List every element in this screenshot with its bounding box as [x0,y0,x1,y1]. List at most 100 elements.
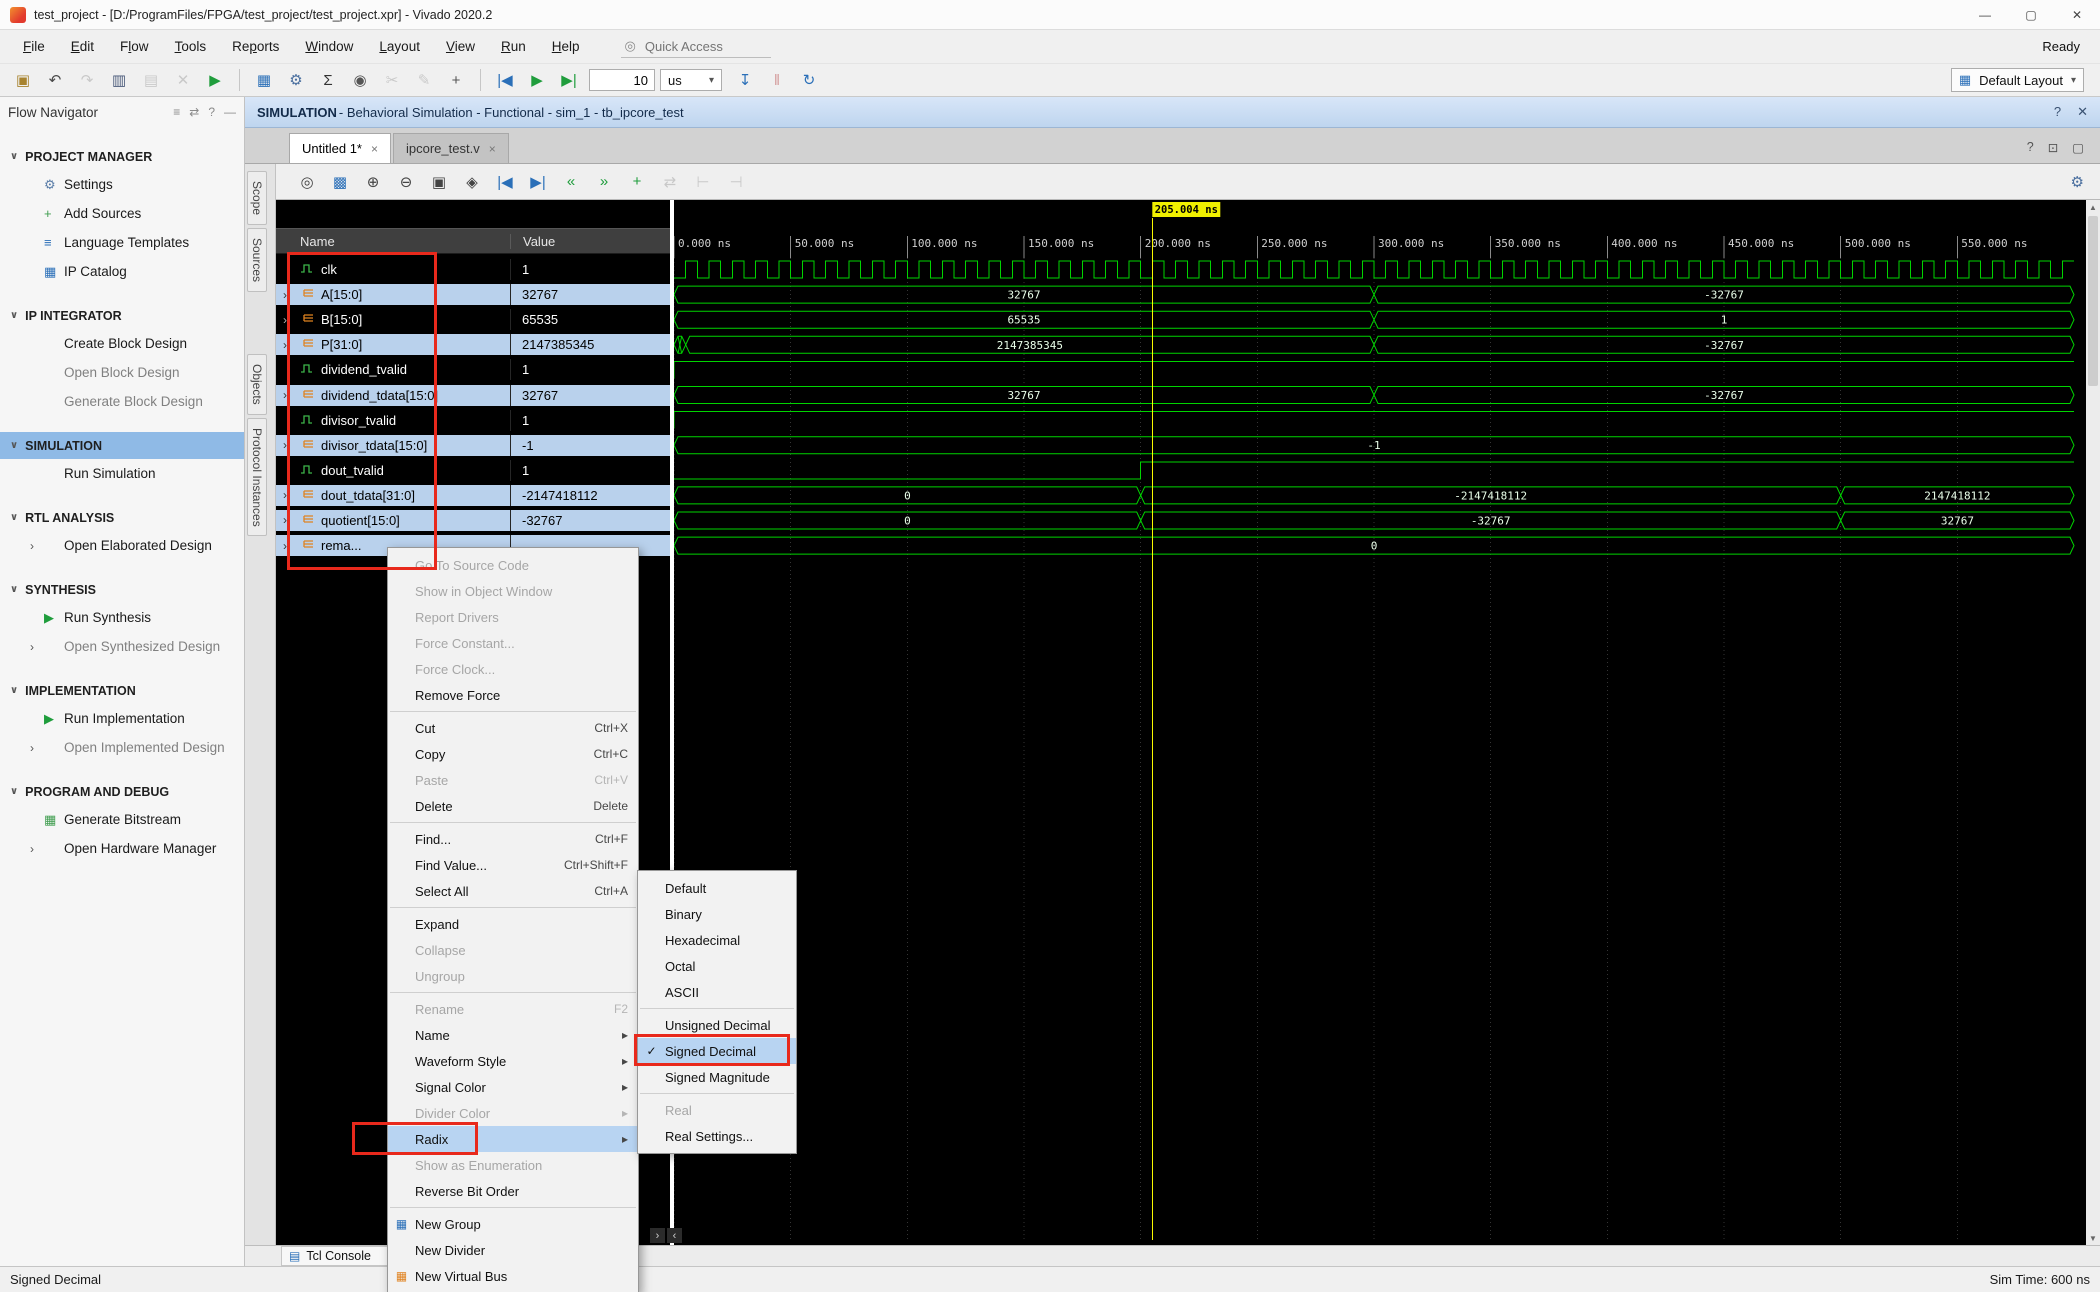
menu-item-new-divider[interactable]: New Divider [388,1237,638,1263]
flow-item-run-implementation[interactable]: ▶Run Implementation [0,704,244,733]
signal-row-divisor-tdata-15-0[interactable]: ›divisor_tdata[15:0]-1 [276,433,670,458]
scroll-right-button[interactable]: › [650,1228,665,1243]
wave-settings-gear-icon[interactable]: ⚙ [2071,173,2084,191]
scroll-up-button[interactable]: ▲ [2086,200,2100,214]
menu-item-waveform-style[interactable]: Waveform Style▸ [388,1048,638,1074]
report-sum-icon[interactable]: Σ [313,67,343,93]
menu-file[interactable]: File [10,39,58,54]
find-icon[interactable]: ◎ [292,169,322,195]
previous-transition-icon[interactable]: « [556,169,586,195]
menu-item-find-value[interactable]: Find Value...Ctrl+Shift+F [388,852,638,878]
signal-value[interactable]: -2147418112 [510,485,670,506]
scroll-thumb[interactable] [2088,216,2098,386]
signal-value[interactable]: 1 [510,460,670,481]
close-button[interactable]: ✕ [2054,0,2100,30]
minimize-button[interactable]: — [1962,0,2008,30]
signal-row-dividend-tvalid[interactable]: dividend_tvalid1 [276,357,670,382]
signal-row-dout-tvalid[interactable]: dout_tvalid1 [276,458,670,483]
run-flow-icon[interactable]: ▶ [200,67,230,93]
flow-item-open-block-design[interactable]: Open Block Design [0,358,244,387]
signal-value[interactable]: 65535 [510,309,670,330]
value-column-header[interactable]: Value [510,234,670,249]
menu-flow[interactable]: Flow [107,39,162,54]
flow-nav-help-icon[interactable]: ? [208,105,215,119]
signal-row-dout-tdata-31-0[interactable]: ›dout_tdata[31:0]-2147418112 [276,483,670,508]
zoom-out-icon[interactable]: ⊖ [391,169,421,195]
side-tab-protocol-instances[interactable]: Protocol Instances [247,418,267,537]
menu-item-signed-decimal[interactable]: ✓Signed Decimal [638,1038,796,1064]
time-unit-select[interactable]: us ▾ [660,69,722,91]
signal-value[interactable]: -1 [510,435,670,456]
restart-simulation-icon[interactable]: |◀ [490,67,520,93]
menu-item-radix[interactable]: Radix▸ [388,1126,638,1152]
flow-nav-pin-icon[interactable]: ≡ [173,105,180,119]
menu-item-octal[interactable]: Octal [638,953,796,979]
signal-row-quotient-15-0[interactable]: ›quotient[15:0]-32767 [276,508,670,533]
signal-row-dividend-tdata-15-0[interactable]: ›dividend_tdata[15:0]32767 [276,382,670,407]
menu-item-copy[interactable]: CopyCtrl+C [388,741,638,767]
signal-row-p-31-0[interactable]: ›P[31:0]2147385345 [276,332,670,357]
signal-value[interactable]: 1 [510,259,670,280]
signal-name[interactable]: ›dividend_tdata[15:0] [276,385,510,406]
signal-name[interactable]: ›quotient[15:0] [276,510,510,531]
flow-section-header-ip-integrator[interactable]: ∨IP INTEGRATOR [0,302,244,329]
close-icon[interactable]: ✕ [2077,104,2088,120]
help-icon[interactable]: ? [2054,104,2061,120]
panel-maximize-icon[interactable]: ▢ [2072,140,2084,155]
menu-item-real-settings[interactable]: Real Settings... [638,1123,796,1149]
quick-access-search[interactable]: ◎ [621,36,771,58]
tcl-console-tab[interactable]: ▤ Tcl Console [281,1246,389,1266]
open-recent-icon[interactable]: ▣ [8,67,38,93]
signal-name[interactable]: ›divisor_tdata[15:0] [276,435,510,456]
signal-row-b-15-0[interactable]: ›B[15:0]65535 [276,307,670,332]
menu-tools[interactable]: Tools [162,39,220,54]
menu-help[interactable]: Help [539,39,593,54]
menu-item-unsigned-decimal[interactable]: Unsigned Decimal [638,1012,796,1038]
next-transition-icon[interactable]: » [589,169,619,195]
menu-item-signal-color[interactable]: Signal Color▸ [388,1074,638,1100]
maximize-button[interactable]: ▢ [2008,0,2054,30]
flow-item-open-synthesized-design[interactable]: ›Open Synthesized Design [0,632,244,661]
signal-row-clk[interactable]: clk1 [276,257,670,282]
menu-item-select-all[interactable]: Select AllCtrl+A [388,878,638,904]
wave-canvas[interactable]: 0.000 ns50.000 ns100.000 ns150.000 ns200… [674,200,2086,1245]
flow-section-header-rtl-analysis[interactable]: ∨RTL ANALYSIS [0,504,244,531]
signal-value[interactable]: -32767 [510,510,670,531]
flow-item-language-templates[interactable]: ≡Language Templates [0,228,244,257]
flow-item-run-simulation[interactable]: Run Simulation [0,459,244,488]
go-to-time-0-icon[interactable]: |◀ [490,169,520,195]
menu-item-reverse-bit-order[interactable]: Reverse Bit Order [388,1178,638,1204]
copy-icon[interactable]: ▥ [104,67,134,93]
relaunch-icon[interactable]: ↻ [794,67,824,93]
side-tab-objects[interactable]: Objects [247,354,267,415]
flow-section-header-implementation[interactable]: ∨IMPLEMENTATION [0,677,244,704]
go-to-last-time-icon[interactable]: ▶| [523,169,553,195]
flow-item-generate-bitstream[interactable]: ▦Generate Bitstream [0,805,244,834]
flow-item-open-elaborated-design[interactable]: ›Open Elaborated Design [0,531,244,560]
menu-edit[interactable]: Edit [58,39,107,54]
menu-reports[interactable]: Reports [219,39,292,54]
menu-layout[interactable]: Layout [366,39,433,54]
name-column-header[interactable]: Name [276,234,510,249]
dashboard-icon[interactable]: ▦ [249,67,279,93]
run-for-time-icon[interactable]: ▶| [554,67,584,93]
menu-view[interactable]: View [433,39,488,54]
menu-item-remove-force[interactable]: Remove Force [388,682,638,708]
add-marker-icon[interactable]: + [622,169,652,195]
signal-value[interactable]: 1 [510,410,670,431]
flow-item-add-sources[interactable]: +Add Sources [0,199,244,228]
signal-value[interactable]: 2147385345 [510,334,670,355]
signal-value[interactable]: 1 [510,359,670,380]
flow-item-run-synthesis[interactable]: ▶Run Synthesis [0,603,244,632]
run-for-time-input[interactable] [589,69,655,91]
run-all-icon[interactable]: ▶ [522,67,552,93]
signal-row-a-15-0[interactable]: ›A[15:0]32767 [276,282,670,307]
signal-name[interactable]: ›dout_tdata[31:0] [276,485,510,506]
tab-ipcore-test-v[interactable]: ipcore_test.v× [393,133,509,163]
flow-item-open-hardware-manager[interactable]: ›Open Hardware Manager [0,834,244,863]
menu-item-new-virtual-bus[interactable]: ▦New Virtual Bus [388,1263,638,1289]
menu-item-default[interactable]: Default [638,875,796,901]
signal-name[interactable]: clk [276,259,510,280]
flow-nav-expand-icon[interactable]: ⇄ [189,105,199,119]
signal-name[interactable]: ›B[15:0] [276,309,510,330]
